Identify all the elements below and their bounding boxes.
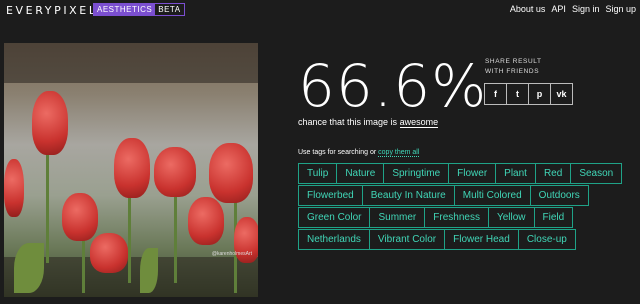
top-bar: EVERYPIXEL AESTHETICS BETA About us API … <box>0 0 640 20</box>
tags-hint: Use tags for searching or copy them all <box>298 149 420 157</box>
nav-signin-link[interactable]: Sign in <box>572 4 600 14</box>
score-caption: chance that this image is awesome <box>298 117 439 128</box>
tulip-leaf <box>140 248 158 293</box>
product-badge: AESTHETICS BETA <box>93 3 185 16</box>
tulip <box>114 138 150 198</box>
tulip <box>188 197 224 245</box>
tag-plant[interactable]: Plant <box>495 163 536 184</box>
score-verdict: awesome <box>399 117 439 128</box>
nav-signup-link[interactable]: Sign up <box>605 4 636 14</box>
tulip <box>4 159 24 217</box>
photo-top-band <box>4 43 258 83</box>
analyzed-photo: @karenholmesArt <box>4 43 258 297</box>
tag-outdoors[interactable]: Outdoors <box>529 185 589 206</box>
tulip <box>90 233 128 273</box>
tag-freshness[interactable]: Freshness <box>424 207 489 228</box>
tag-field[interactable]: Field <box>533 207 574 228</box>
tag-springtime[interactable]: Springtime <box>383 163 450 184</box>
tulip-stem <box>174 183 177 283</box>
badge-beta: BETA <box>158 5 181 14</box>
twitter-share-button[interactable]: t <box>506 83 529 105</box>
aesthetic-score: 66.6% <box>298 52 488 120</box>
share-buttons: f t p vk <box>484 83 573 105</box>
tulip <box>154 147 196 197</box>
copy-all-tags-link[interactable]: copy them all <box>378 149 420 157</box>
pinterest-icon: p <box>536 89 543 99</box>
tag-beauty-in-nature[interactable]: Beauty In Nature <box>361 185 455 206</box>
tag-flower[interactable]: Flower <box>448 163 497 184</box>
tag-red[interactable]: Red <box>534 163 572 184</box>
tulip <box>32 91 68 155</box>
tag-yellow[interactable]: Yellow <box>487 207 535 228</box>
tag-summer[interactable]: Summer <box>369 207 426 228</box>
tag-tulip[interactable]: Tulip <box>298 163 338 184</box>
twitter-icon: t <box>516 89 519 99</box>
tag-vibrant-color[interactable]: Vibrant Color <box>368 229 446 250</box>
tulip <box>209 143 253 203</box>
nav-api-link[interactable]: API <box>551 4 566 14</box>
tulip-stem <box>82 233 85 293</box>
photo-watermark: @karenholmesArt <box>211 251 252 257</box>
facebook-icon: f <box>494 89 497 99</box>
tulip-stem <box>46 153 49 263</box>
pinterest-share-button[interactable]: p <box>528 83 551 105</box>
tag-close-up[interactable]: Close-up <box>517 229 576 250</box>
nav-about-link[interactable]: About us <box>510 4 546 14</box>
tulip <box>62 193 98 241</box>
tag-flowerbed[interactable]: Flowerbed <box>298 185 363 206</box>
vk-icon: vk <box>556 89 567 99</box>
share-title: SHARE RESULT WITH FRIENDS <box>485 58 542 75</box>
top-nav: About us API Sign in Sign up <box>510 4 636 14</box>
vk-share-button[interactable]: vk <box>550 83 573 105</box>
tag-season[interactable]: Season <box>570 163 623 184</box>
logo[interactable]: EVERYPIXEL <box>6 4 98 17</box>
score-caption-text: chance that this image is <box>298 117 398 127</box>
tulip-leaf <box>14 243 44 293</box>
tags-hint-text: Use tags for searching or <box>298 149 377 156</box>
badge-aesthetics: AESTHETICS <box>94 4 156 15</box>
tag-multi-colored[interactable]: Multi Colored <box>453 185 531 206</box>
tag-netherlands[interactable]: Netherlands <box>298 229 370 250</box>
tag-green-color[interactable]: Green Color <box>298 207 371 228</box>
tag-nature[interactable]: Nature <box>336 163 385 184</box>
tag-flower-head[interactable]: Flower Head <box>444 229 519 250</box>
tag-list: Tulip Nature Springtime Flower Plant Red Seaso… <box>298 163 623 250</box>
tulip-stem <box>128 193 131 283</box>
facebook-share-button[interactable]: f <box>484 83 507 105</box>
